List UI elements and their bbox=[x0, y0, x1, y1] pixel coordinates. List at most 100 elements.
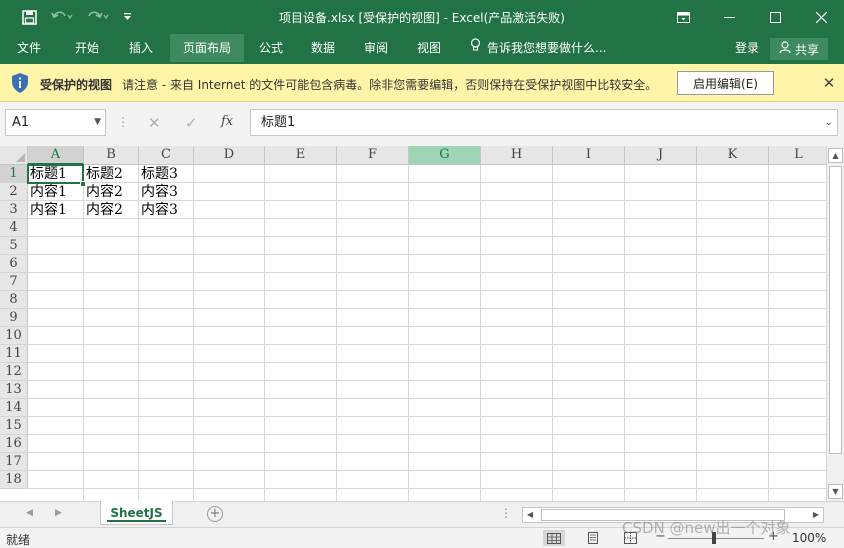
prev-sheet-icon[interactable]: ◀ bbox=[26, 508, 33, 518]
person-icon bbox=[779, 41, 791, 57]
gridline-horizontal bbox=[28, 452, 826, 453]
drag-handle-icon[interactable]: ⋮ bbox=[117, 115, 129, 129]
cell-c2[interactable]: 内容3 bbox=[139, 183, 194, 201]
vertical-scroll-thumb[interactable] bbox=[829, 166, 842, 454]
page-layout-view-icon[interactable] bbox=[582, 530, 604, 546]
zoom-level[interactable]: 100% bbox=[792, 531, 826, 545]
cancel-icon[interactable]: ✕ bbox=[148, 114, 161, 132]
column-header-j[interactable]: J bbox=[625, 146, 697, 165]
row-header-9[interactable]: 9 bbox=[0, 309, 28, 327]
ribbon-tabs: 文件 开始 插入 页面布局 公式 数据 审阅 视图 告诉我您想要做什么... 登… bbox=[0, 34, 844, 64]
close-icon[interactable] bbox=[798, 0, 844, 34]
tab-view[interactable]: 视图 bbox=[406, 34, 452, 62]
cell-a2[interactable]: 内容1 bbox=[28, 183, 84, 201]
gridline-horizontal bbox=[28, 362, 826, 363]
row-header-1[interactable]: 1 bbox=[0, 165, 28, 183]
row-header-8[interactable]: 8 bbox=[0, 291, 28, 309]
enable-editing-button[interactable]: 启用编辑(E) bbox=[677, 71, 774, 95]
protected-view-message: 请注意 - 来自 Internet 的文件可能包含病毒。除非您需要编辑，否则保持… bbox=[122, 78, 658, 92]
ribbon-display-options-icon[interactable] bbox=[660, 0, 706, 34]
tell-me-box[interactable]: 告诉我您想要做什么... bbox=[470, 34, 606, 62]
gridline-vertical bbox=[264, 165, 265, 501]
zoom-slider[interactable] bbox=[668, 538, 764, 539]
gridline-horizontal bbox=[28, 470, 826, 471]
worksheet-grid[interactable]: ABCDEFGHIJKL 1 2 3 4 5 6 7 8 9 10 11 12 13 14 15 16 17 18… bbox=[0, 146, 826, 501]
row-header-18[interactable]: 18 bbox=[0, 471, 28, 489]
add-sheet-icon[interactable]: + bbox=[207, 506, 223, 522]
column-header-d[interactable]: D bbox=[194, 146, 265, 165]
scroll-right-icon[interactable]: ▶ bbox=[809, 508, 823, 522]
tab-file[interactable]: 文件 bbox=[4, 34, 54, 62]
tab-data[interactable]: 数据 bbox=[300, 34, 346, 62]
gridline-horizontal bbox=[28, 488, 826, 489]
column-header-c[interactable]: C bbox=[139, 146, 194, 165]
tab-home[interactable]: 开始 bbox=[62, 34, 112, 62]
login-link[interactable]: 登录 bbox=[735, 34, 759, 62]
tab-review[interactable]: 审阅 bbox=[353, 34, 399, 62]
gridline-horizontal bbox=[28, 398, 826, 399]
tab-split-handle-icon[interactable]: ⋮ bbox=[500, 506, 512, 520]
cell-c1[interactable]: 标题3 bbox=[139, 165, 194, 183]
chevron-down-icon[interactable]: ▼ bbox=[94, 110, 101, 135]
normal-view-icon[interactable] bbox=[543, 530, 565, 546]
row-header-15[interactable]: 15 bbox=[0, 417, 28, 435]
share-button[interactable]: 共享 bbox=[770, 38, 828, 60]
check-icon[interactable]: ✓ bbox=[185, 114, 198, 132]
column-header-f[interactable]: F bbox=[337, 146, 409, 165]
row-header-14[interactable]: 14 bbox=[0, 399, 28, 417]
tab-insert[interactable]: 插入 bbox=[116, 34, 166, 62]
close-icon[interactable]: ✕ bbox=[820, 74, 838, 92]
column-header-a[interactable]: A bbox=[28, 146, 84, 165]
column-header-g[interactable]: G bbox=[409, 146, 481, 165]
gridline-vertical bbox=[552, 165, 553, 501]
fill-handle[interactable] bbox=[80, 181, 86, 187]
row-header-2[interactable]: 2 bbox=[0, 183, 28, 201]
cell-b2[interactable]: 内容2 bbox=[84, 183, 139, 201]
select-all-button[interactable] bbox=[0, 146, 28, 165]
scroll-up-icon[interactable]: ▲ bbox=[828, 148, 843, 163]
cell-a3[interactable]: 内容1 bbox=[28, 201, 84, 219]
next-sheet-icon[interactable]: ▶ bbox=[55, 508, 62, 518]
title-bar: 项目设备.xlsx [受保护的视图] - Excel(产品激活失败) bbox=[0, 0, 844, 34]
scroll-down-icon[interactable]: ▼ bbox=[828, 484, 843, 499]
tab-page-layout[interactable]: 页面布局 bbox=[170, 34, 244, 62]
row-header-17[interactable]: 17 bbox=[0, 453, 28, 471]
row-header-7[interactable]: 7 bbox=[0, 273, 28, 291]
chevron-down-icon[interactable]: ⌄ bbox=[825, 110, 833, 135]
row-header-5[interactable]: 5 bbox=[0, 237, 28, 255]
gridline-vertical bbox=[768, 165, 769, 501]
scroll-left-icon[interactable]: ◀ bbox=[523, 508, 537, 522]
column-header-i[interactable]: I bbox=[553, 146, 625, 165]
column-header-k[interactable]: K bbox=[697, 146, 769, 165]
shield-icon bbox=[10, 72, 30, 94]
cell-b3[interactable]: 内容2 bbox=[84, 201, 139, 219]
tab-formulas[interactable]: 公式 bbox=[248, 34, 294, 62]
formula-input[interactable]: 标题1 ⌄ bbox=[250, 109, 838, 136]
name-box[interactable]: A1 ▼ bbox=[5, 109, 106, 136]
gridline-horizontal bbox=[28, 344, 826, 345]
row-header-4[interactable]: 4 bbox=[0, 219, 28, 237]
vertical-scrollbar[interactable]: ▲ ▼ bbox=[826, 146, 844, 501]
lightbulb-icon bbox=[470, 34, 481, 62]
row-header-11[interactable]: 11 bbox=[0, 345, 28, 363]
row-header-6[interactable]: 6 bbox=[0, 255, 28, 273]
row-header-10[interactable]: 10 bbox=[0, 327, 28, 345]
column-header-e[interactable]: E bbox=[265, 146, 337, 165]
name-box-value: A1 bbox=[12, 115, 30, 130]
cell-c3[interactable]: 内容3 bbox=[139, 201, 194, 219]
row-header-16[interactable]: 16 bbox=[0, 435, 28, 453]
row-header-12[interactable]: 12 bbox=[0, 363, 28, 381]
insert-function-icon[interactable]: fx bbox=[221, 114, 233, 129]
column-header-h[interactable]: H bbox=[481, 146, 553, 165]
cell-b1[interactable]: 标题2 bbox=[84, 165, 139, 183]
formula-value: 标题1 bbox=[261, 115, 296, 130]
row-header-13[interactable]: 13 bbox=[0, 381, 28, 399]
gridline-vertical bbox=[624, 165, 625, 501]
column-header-b[interactable]: B bbox=[84, 146, 139, 165]
sheet-tab-sheetjs[interactable]: SheetJS bbox=[100, 501, 173, 525]
minimize-icon[interactable] bbox=[706, 0, 752, 34]
row-header-3[interactable]: 3 bbox=[0, 201, 28, 219]
tell-me-text: 告诉我您想要做什么... bbox=[487, 41, 607, 55]
maximize-icon[interactable] bbox=[752, 0, 798, 34]
column-header-l[interactable]: L bbox=[769, 146, 826, 165]
